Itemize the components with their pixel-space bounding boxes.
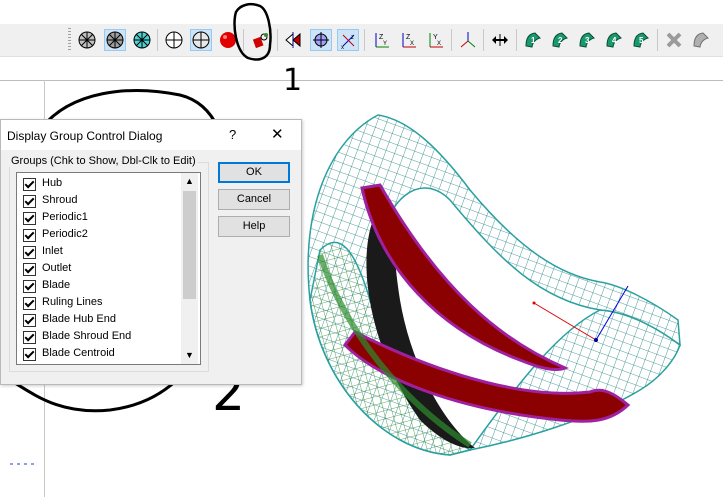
viewport-corner-mark: [10, 463, 38, 465]
